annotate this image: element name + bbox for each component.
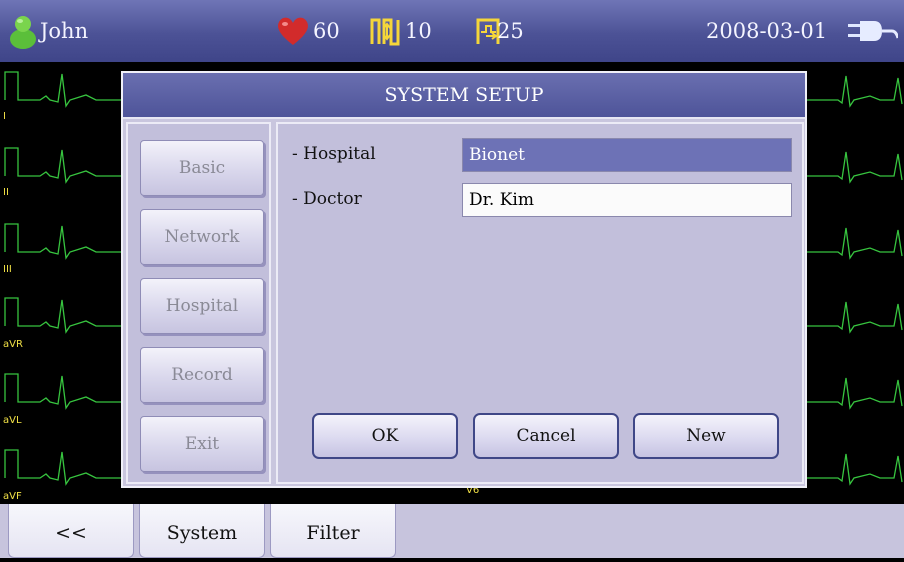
cancel-button[interactable]: Cancel bbox=[473, 413, 619, 459]
setup-sidebar: Basic Network Hospital Record Exit bbox=[126, 122, 271, 484]
setup-content-panel: - Hospital Bionet - Doctor Dr. Kim OK Ca… bbox=[276, 122, 804, 484]
ecg-trace-right-0 bbox=[807, 75, 903, 108]
ecg-trace-left-1 bbox=[4, 147, 121, 184]
system-setup-dialog: SYSTEM SETUP Basic Network Hospital Reco… bbox=[121, 71, 807, 488]
filter-tab[interactable]: Filter bbox=[270, 504, 396, 558]
lead-label-avl: aVL bbox=[3, 415, 22, 426]
ok-button[interactable]: OK bbox=[312, 413, 458, 459]
plug-icon bbox=[848, 0, 898, 62]
respiration-value: 10 bbox=[405, 19, 432, 43]
ecg-trace-left-3 bbox=[4, 297, 121, 334]
heart-icon bbox=[276, 0, 310, 62]
lead-label-iii: III bbox=[3, 264, 12, 275]
new-button[interactable]: New bbox=[633, 413, 779, 459]
ecg-trace-left-5 bbox=[4, 449, 121, 486]
spo2-value: 25 bbox=[497, 19, 524, 43]
lead-label-avr: aVR bbox=[3, 339, 23, 350]
ecg-trace-left-2 bbox=[4, 223, 121, 260]
sidebar-basic-button[interactable]: Basic bbox=[140, 140, 264, 196]
date-display: 2008-03-01 bbox=[706, 19, 828, 43]
ecg-trace-right-4 bbox=[807, 377, 903, 410]
status-bar: John 60 10 25 2008-03-01 bbox=[0, 0, 904, 62]
patient-name: John bbox=[40, 19, 89, 43]
system-tab[interactable]: System bbox=[139, 504, 265, 558]
ecg-trace-right-2 bbox=[807, 227, 903, 260]
lead-label-avf: aVF bbox=[3, 491, 22, 502]
sidebar-network-button[interactable]: Network bbox=[140, 209, 264, 265]
ecg-trace-right-3 bbox=[807, 301, 903, 334]
back-button[interactable]: << bbox=[8, 504, 134, 558]
ecg-trace-right-5 bbox=[807, 453, 903, 486]
dialog-title: SYSTEM SETUP bbox=[123, 73, 805, 119]
sidebar-hospital-button[interactable]: Hospital bbox=[140, 278, 264, 334]
lead-label-i: I bbox=[3, 111, 6, 122]
heart-rate-value: 60 bbox=[313, 19, 340, 43]
lead-label-ii: II bbox=[3, 187, 9, 198]
ecg-trace-left-4 bbox=[4, 373, 121, 410]
doctor-field[interactable]: Dr. Kim bbox=[462, 183, 792, 217]
ecg-trace-left-0 bbox=[4, 71, 121, 108]
hospital-field[interactable]: Bionet bbox=[462, 138, 792, 172]
sidebar-exit-button[interactable]: Exit bbox=[140, 416, 264, 472]
doctor-label: - Doctor bbox=[292, 189, 362, 209]
ecg-trace-right-1 bbox=[807, 151, 903, 184]
respiration-icon bbox=[370, 0, 402, 62]
bottom-menu-bar: << System Filter bbox=[0, 504, 904, 558]
hospital-label: - Hospital bbox=[292, 144, 376, 164]
user-icon bbox=[8, 0, 38, 62]
sidebar-record-button[interactable]: Record bbox=[140, 347, 264, 403]
